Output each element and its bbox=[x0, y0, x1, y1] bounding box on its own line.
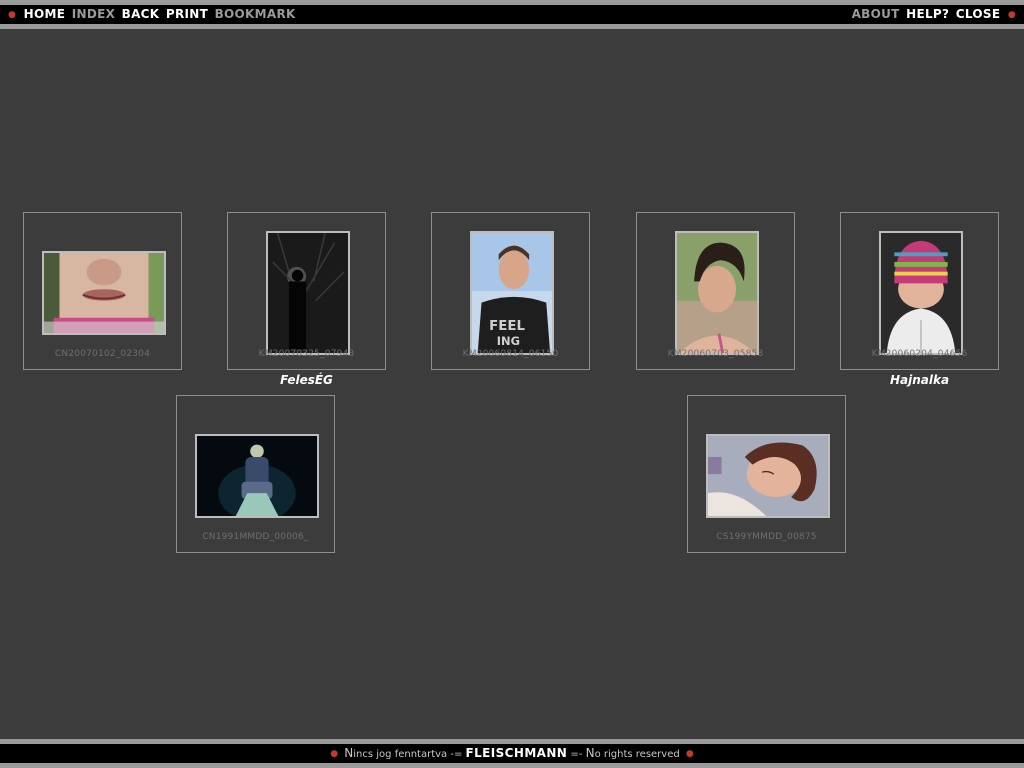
thumbnail-tile[interactable]: KM20060204_04656 bbox=[840, 212, 999, 370]
thumbnail-tile[interactable]: FEEL ING KM20060814_06150 bbox=[431, 212, 590, 370]
photo-woman-striped-hat[interactable] bbox=[879, 231, 963, 355]
red-dot-icon: ● bbox=[685, 749, 694, 759]
nav-right-group: ABOUT HELP? CLOSE ● bbox=[850, 5, 1019, 25]
thumbnail-code: CN20070102_02304 bbox=[54, 349, 151, 359]
svg-text:ING: ING bbox=[497, 334, 520, 348]
top-navigation-bar: ● HOME INDEX BACK PRINT BOOKMARK ABOUT H… bbox=[0, 5, 1024, 24]
thumbnail-code: KM20060204_04656 bbox=[871, 349, 968, 359]
nav-bookmark-link[interactable]: BOOKMARK bbox=[215, 7, 296, 21]
footer-brand[interactable]: FLEISCHMANN bbox=[466, 746, 568, 760]
nav-index-link[interactable]: INDEX bbox=[72, 7, 115, 21]
footer-right-cap: N bbox=[585, 746, 595, 760]
thumbnail-code: KM20060814_06150 bbox=[462, 349, 559, 359]
footer-bar: ● Nincs jog fenntartva -= FLEISCHMANN =-… bbox=[0, 744, 1024, 763]
photo-child-dark-sitting[interactable] bbox=[195, 434, 319, 518]
thumbnail-code: KM20070325_07943 bbox=[258, 349, 355, 359]
photo-woman-sleeping[interactable] bbox=[706, 434, 830, 518]
red-dot-icon: ● bbox=[330, 749, 339, 759]
photo-tag-label[interactable]: Hajnalka bbox=[840, 373, 999, 387]
thumbnail-tile[interactable]: CS199YMMDD_00875 bbox=[687, 395, 846, 553]
red-dot-icon: ● bbox=[8, 10, 17, 20]
footer-sep-left: -= bbox=[447, 749, 466, 760]
bottom-frame-under-line bbox=[0, 763, 1024, 768]
nav-home-link[interactable]: HOME bbox=[24, 7, 66, 21]
nav-close-link[interactable]: CLOSE bbox=[956, 7, 1001, 21]
svg-text:FEEL: FEEL bbox=[489, 319, 525, 334]
footer-left-text: incs jog fenntartva bbox=[353, 749, 448, 760]
photo-lips-closeup[interactable] bbox=[42, 251, 166, 335]
photo-woman-smiling[interactable] bbox=[675, 231, 759, 355]
footer-left-cap: N bbox=[344, 746, 354, 760]
thumbnail-code: KM20060703_05853 bbox=[667, 349, 764, 359]
photo-silhouette-trees[interactable] bbox=[266, 231, 350, 355]
thumbnail-tile[interactable]: KM20070325_07943 bbox=[227, 212, 386, 370]
thumbnail-code: CN1991MMDD_00006_ bbox=[202, 532, 309, 542]
thumbnail-code: CS199YMMDD_00875 bbox=[716, 532, 817, 542]
nav-about-link[interactable]: ABOUT bbox=[852, 7, 900, 21]
footer-right-text: o rights reserved bbox=[594, 749, 680, 760]
footer-sep-right: =- bbox=[567, 749, 586, 760]
red-dot-icon: ● bbox=[1007, 10, 1016, 20]
thumbnail-tile[interactable]: CN1991MMDD_00006_ bbox=[176, 395, 335, 553]
nav-back-link[interactable]: BACK bbox=[122, 7, 160, 21]
thumbnail-tile[interactable]: KM20060703_05853 bbox=[636, 212, 795, 370]
thumbnail-tile[interactable]: CN20070102_02304 bbox=[23, 212, 182, 370]
photo-young-man-tshirt[interactable]: FEEL ING bbox=[470, 231, 554, 355]
top-frame-under-line bbox=[0, 24, 1024, 29]
nav-help-link[interactable]: HELP? bbox=[906, 7, 949, 21]
nav-left-group: ● HOME INDEX BACK PRINT BOOKMARK bbox=[5, 5, 298, 25]
photo-tag-label[interactable]: FelesÉG bbox=[227, 373, 386, 387]
nav-print-link[interactable]: PRINT bbox=[166, 7, 208, 21]
